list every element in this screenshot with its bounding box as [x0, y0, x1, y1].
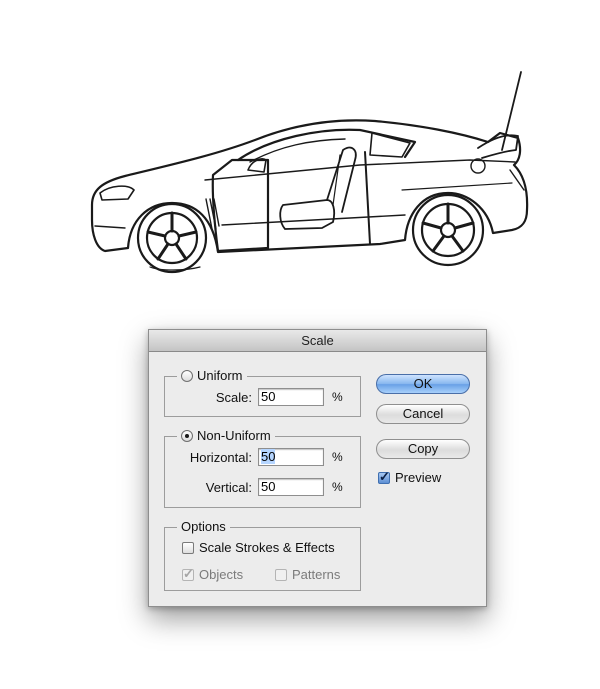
horizontal-label: Horizontal:: [189, 449, 252, 465]
uniform-label[interactable]: Uniform: [197, 368, 243, 383]
non-uniform-group: Non-Uniform Horizontal: 50 % Vertical: 5…: [164, 428, 361, 508]
horizontal-unit: %: [332, 450, 343, 464]
car-line-art: [90, 71, 529, 274]
cancel-button[interactable]: Cancel: [376, 404, 470, 424]
scale-label: Scale:: [215, 389, 252, 405]
scale-strokes-label[interactable]: Scale Strokes & Effects: [199, 540, 335, 555]
preview-label[interactable]: Preview: [395, 470, 441, 485]
uniform-group: Uniform Scale: 50 %: [164, 368, 361, 417]
options-group: Options Scale Strokes & Effects Objects …: [164, 519, 361, 591]
preview-checkbox[interactable]: [378, 469, 390, 485]
scale-unit: %: [332, 390, 343, 404]
non-uniform-label[interactable]: Non-Uniform: [197, 428, 271, 443]
copy-button[interactable]: Copy: [376, 439, 470, 459]
scale-dialog: Scale Uniform Scale: 50 % Non-Uniform Ho…: [148, 329, 487, 607]
objects-label[interactable]: Objects: [199, 567, 243, 582]
non-uniform-radio[interactable]: [181, 429, 193, 442]
patterns-label[interactable]: Patterns: [292, 567, 340, 582]
vertical-input[interactable]: 50: [258, 478, 324, 496]
objects-checkbox[interactable]: [182, 566, 194, 582]
horizontal-input[interactable]: 50: [258, 448, 324, 466]
ok-button[interactable]: OK: [376, 374, 470, 394]
vertical-unit: %: [332, 480, 343, 494]
uniform-radio[interactable]: [181, 369, 193, 382]
scale-strokes-checkbox[interactable]: [182, 541, 194, 554]
scale-input[interactable]: 50: [258, 388, 324, 406]
vertical-label: Vertical:: [205, 479, 252, 495]
dialog-title: Scale: [149, 330, 486, 352]
patterns-checkbox[interactable]: [275, 568, 287, 581]
options-label: Options: [181, 519, 226, 534]
